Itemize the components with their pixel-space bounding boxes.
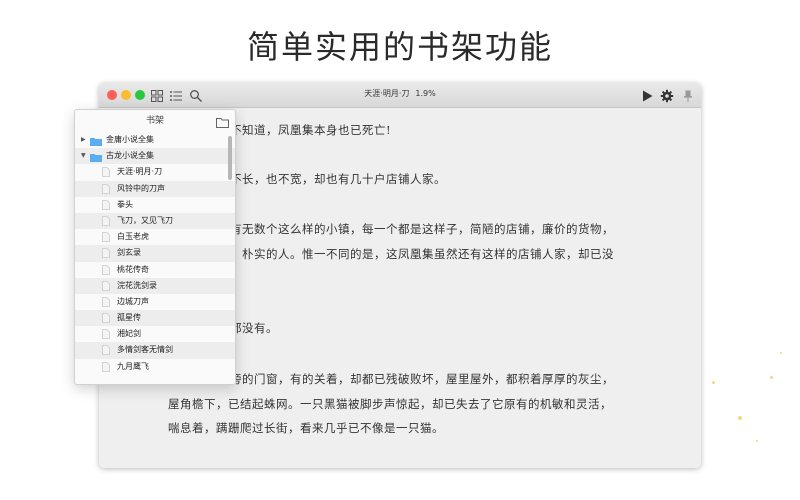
book-label: 天涯·明月·刀 xyxy=(117,167,163,177)
page-headline: 简单实用的书架功能 xyxy=(246,28,553,66)
book-label: 白玉老虎 xyxy=(117,232,149,242)
book-item[interactable]: 湘妃剑 xyxy=(75,326,235,342)
book-item[interactable]: 多情剑客无情剑 xyxy=(75,342,235,359)
pin-icon[interactable] xyxy=(681,88,695,102)
book-item[interactable]: 风铃中的刀声 xyxy=(75,180,235,197)
text-line: 喘息着，蹒跚爬过长街，看来几乎已不像是一只猫。 xyxy=(168,421,444,435)
folder-item[interactable]: ▼ 古龙小说全集 xyxy=(75,148,235,165)
reading-progress: 1.9% xyxy=(415,89,436,98)
book-label: 九月鹰飞 xyxy=(117,361,149,371)
disclosure-open-icon[interactable]: ▼ xyxy=(81,148,86,164)
book-label: 孤星传 xyxy=(117,313,141,323)
book-title: 天涯·明月·刀 xyxy=(364,89,410,98)
book-item[interactable]: 孤星传 xyxy=(75,310,235,327)
document-title: 天涯·明月·刀 1.9% xyxy=(99,88,701,99)
text-line: 朴实的人。惟一不同的是，这凤凰集虽然还有这样的店铺人家，却已没 xyxy=(242,247,614,261)
folder-label: 金庸小说全集 xyxy=(106,135,154,144)
text-line: 旁的门窗，有的关着，却都已残破败坏，屋里屋外，都积着厚厚的灰尘， xyxy=(230,372,614,386)
folder-label: 古龙小说全集 xyxy=(106,151,154,161)
book-label: 拳头 xyxy=(117,199,133,209)
folder-item[interactable]: ▶ 金庸小说全集 xyxy=(75,132,235,148)
book-item[interactable]: 边城刀声 xyxy=(75,294,235,310)
document-icon xyxy=(102,313,110,323)
text-line: 有无数个这么样的小镇，每一个都是这样子，简陋的店铺，廉价的货物， xyxy=(230,222,614,236)
book-label: 多情剑客无情剑 xyxy=(117,345,173,355)
document-icon xyxy=(102,361,110,372)
document-icon xyxy=(102,232,110,243)
bookshelf-tree: ▶ 金庸小说全集 ▼ 古龙小说全集天涯·明月·刀 风铃中的刀声 拳头飞刀，又见飞刀 白玉老虎… xyxy=(75,132,235,375)
book-item[interactable]: 天涯·明月·刀 xyxy=(75,164,235,180)
book-label: 剑玄录 xyxy=(117,248,141,258)
title-bar: 天涯·明月·刀 1.9% xyxy=(99,83,701,108)
folder-icon xyxy=(90,136,102,146)
document-icon xyxy=(102,248,110,259)
book-label: 浣花洗剑录 xyxy=(117,280,157,290)
text-line: 屋角檐下，已结起蛛网。一只黑猫被脚步声惊起，却已失去了它原有的机敏和灵活， xyxy=(168,397,612,411)
book-label: 风铃中的刀声 xyxy=(117,183,165,193)
bookshelf-title: 书架 xyxy=(145,116,164,126)
book-label: 桃花传奇 xyxy=(117,264,149,274)
book-label: 飞刀，又见飞刀 xyxy=(117,215,173,225)
book-item[interactable]: 浣花洗剑录 xyxy=(75,277,235,294)
document-icon xyxy=(102,280,110,291)
document-icon xyxy=(102,296,110,307)
decor-dot xyxy=(780,352,782,354)
book-item[interactable]: 剑玄录 xyxy=(75,245,235,262)
document-icon xyxy=(102,264,110,275)
play-icon[interactable] xyxy=(640,88,654,102)
decor-dot xyxy=(738,416,742,420)
document-icon xyxy=(102,329,110,340)
decor-dot xyxy=(770,376,773,379)
book-label: 边城刀声 xyxy=(117,296,149,306)
bookshelf-popover: 书架 ▶ 金庸小说全集 ▼ 古龙小说全集天涯·明月·刀 风铃中的刀声 拳头飞刀，又见飞刀白… xyxy=(74,109,236,385)
text-line: 不长，也不宽，却也有几十户店铺人家。 xyxy=(230,172,446,186)
decor-dot xyxy=(712,381,715,384)
disclosure-closed-icon[interactable]: ▶ xyxy=(81,132,86,148)
gear-icon[interactable] xyxy=(660,88,674,103)
book-label: 湘妃剑 xyxy=(117,329,141,339)
document-icon xyxy=(102,216,110,226)
scrollbar[interactable] xyxy=(228,136,232,180)
book-item[interactable]: 拳头 xyxy=(75,197,235,213)
document-icon xyxy=(102,167,110,178)
folder-icon xyxy=(90,152,102,163)
document-icon xyxy=(102,199,110,210)
text-line: 不知道，凤凰集本身也已死亡! xyxy=(230,123,392,137)
book-item[interactable]: 九月鹰飞 xyxy=(75,359,235,375)
book-item[interactable]: 桃花传奇 xyxy=(75,262,235,278)
bookshelf-header: 书架 xyxy=(75,110,235,132)
open-folder-icon[interactable] xyxy=(216,115,229,128)
decor-dot xyxy=(756,440,758,442)
text-line: 都没有。 xyxy=(230,321,278,335)
document-icon xyxy=(102,183,110,194)
book-item[interactable]: 白玉老虎 xyxy=(75,229,235,245)
book-item[interactable]: 飞刀，又见飞刀 xyxy=(75,212,235,230)
document-icon xyxy=(102,345,110,356)
